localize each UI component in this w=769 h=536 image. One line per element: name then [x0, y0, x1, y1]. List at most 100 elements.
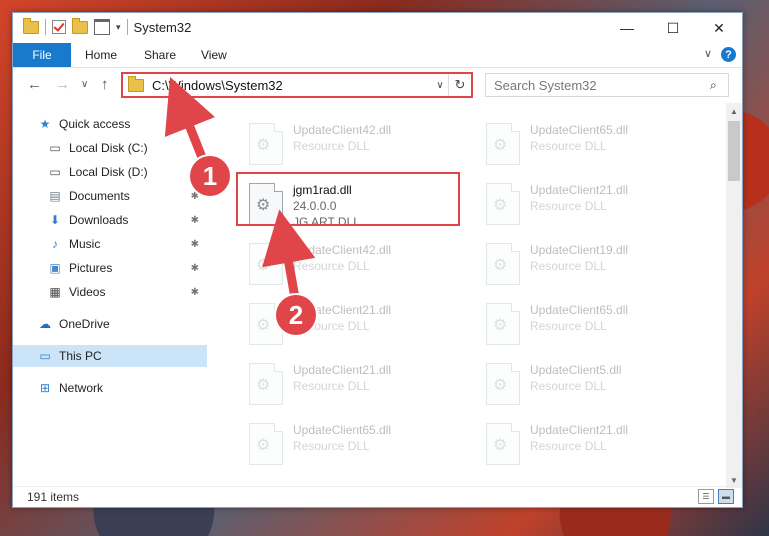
sidebar-item[interactable]: ☁ OneDrive [13, 313, 207, 335]
tab-view[interactable]: View [201, 43, 227, 67]
window-title: System32 [133, 19, 192, 35]
maximize-button[interactable]: ☐ [650, 13, 696, 43]
explorer-window: ▾ System32 — ☐ ✕ File Home Share View ∨ … [12, 12, 743, 508]
address-bar[interactable]: C:\Windows\System32 ∨ ↻ [121, 72, 473, 98]
star-icon: ★ [39, 117, 51, 131]
tab-file[interactable]: File [13, 43, 71, 67]
gear-icon: ⚙ [256, 137, 271, 154]
file-description: Resource DLL [293, 379, 370, 393]
divider [126, 19, 128, 35]
file-item[interactable]: ⚙ UpdateClient21.dll Resource DLL [486, 421, 711, 469]
file-description: Resource DLL [293, 139, 370, 153]
address-dropdown-icon[interactable]: ∨ [432, 80, 448, 91]
sidebar-item[interactable]: ▭ Local Disk (C:) [13, 137, 207, 159]
scroll-up-arrow[interactable]: ▲ [726, 103, 742, 119]
sidebar-item[interactable]: ▭ Local Disk (D:) [13, 161, 207, 183]
search-icon[interactable]: ⌕ [710, 78, 728, 93]
file-description: JG ART DLL [293, 215, 360, 229]
minimize-button[interactable]: — [604, 13, 650, 43]
chevron-down-icon[interactable]: ▾ [116, 22, 121, 33]
file-item[interactable]: ⚙ UpdateClient42.dll Resource DLL [249, 241, 474, 289]
file-item[interactable]: ⚙ UpdateClient42.dll Resource DLL [249, 121, 474, 169]
scroll-thumb[interactable] [728, 121, 740, 181]
file-item[interactable]: ⚙ UpdateClient65.dll Resource DLL [486, 301, 711, 349]
expand-ribbon-icon[interactable]: ∨ [704, 47, 712, 60]
sidebar-item[interactable]: ▣ Pictures ✱ [13, 257, 207, 279]
sidebar-item-label: Local Disk (C:) [69, 141, 148, 155]
dll-file-icon: ⚙ [486, 363, 520, 405]
refresh-button[interactable]: ↻ [448, 74, 471, 96]
music-icon: ♪ [52, 237, 58, 251]
gear-icon: ⚙ [256, 197, 271, 214]
forward-button[interactable]: → [55, 76, 70, 93]
file-name: UpdateClient65.dll [530, 303, 629, 317]
pin-icon[interactable]: ✱ [191, 215, 199, 226]
file-name: UpdateClient42.dll [293, 243, 392, 257]
documents-icon: ▤ [49, 189, 61, 203]
sidebar-item[interactable]: ⬇ Downloads ✱ [13, 209, 207, 231]
file-description: Resource DLL [530, 259, 607, 273]
file-item[interactable]: ⚙ UpdateClient65.dll Resource DLL [249, 421, 474, 469]
folder-icon[interactable] [23, 17, 39, 34]
file-item[interactable]: ⚙ UpdateClient21.dll Resource DLL [249, 361, 474, 409]
file-description: Resource DLL [530, 379, 607, 393]
sidebar-item[interactable]: ▭ This PC [13, 345, 207, 367]
large-icons-view-icon[interactable]: ▬ [718, 489, 734, 504]
search-input[interactable]: Search System32 ⌕ [485, 73, 729, 97]
file-item[interactable]: ⚙ UpdateClient21.dll Resource DLL [486, 181, 711, 229]
tab-share[interactable]: Share [144, 43, 176, 67]
sidebar-item-label: This PC [59, 349, 102, 363]
file-item[interactable]: ⚙ UpdateClient65.dll Resource DLL [486, 121, 711, 169]
gear-icon: ⚙ [493, 437, 508, 454]
dll-file-icon: ⚙ [249, 363, 283, 405]
pictures-icon: ▣ [49, 261, 61, 275]
customize-icon[interactable] [94, 19, 110, 35]
details-view-icon[interactable]: ☰ [698, 489, 714, 504]
pin-icon[interactable]: ✱ [191, 263, 199, 274]
recent-locations-button[interactable]: ∨ [81, 79, 88, 90]
file-name: UpdateClient42.dll [293, 123, 392, 137]
help-icon[interactable]: ? [721, 47, 736, 62]
file-name: jgm1rad.dll [293, 183, 352, 197]
dll-file-icon: ⚙ [486, 423, 520, 465]
gear-icon: ⚙ [493, 317, 508, 334]
up-button[interactable]: ↑ [101, 76, 109, 93]
computer-icon: ▭ [39, 349, 51, 363]
file-item[interactable]: ⚙ UpdateClient19.dll Resource DLL [486, 241, 711, 289]
dll-file-icon: ⚙ [486, 123, 520, 165]
drive-icon: ▭ [49, 165, 61, 179]
videos-icon: ▦ [49, 285, 61, 299]
title-bar: ▾ System32 — ☐ ✕ [13, 13, 742, 43]
callout-badge-1: 1 [190, 156, 230, 196]
pin-icon[interactable]: ✱ [191, 239, 199, 250]
file-name: UpdateClient21.dll [530, 423, 629, 437]
file-description: Resource DLL [293, 259, 370, 273]
sidebar-item[interactable]: ★ Quick access [13, 113, 207, 135]
gear-icon: ⚙ [493, 377, 508, 394]
gear-icon: ⚙ [256, 257, 271, 274]
new-folder-icon[interactable] [72, 17, 88, 34]
sidebar-item[interactable]: ▦ Videos ✱ [13, 281, 207, 303]
dll-file-icon: ⚙ [249, 243, 283, 285]
file-item-highlighted[interactable]: ⚙ jgm1rad.dll 24.0.0.0 JG ART DLL [249, 181, 474, 229]
close-button[interactable]: ✕ [696, 13, 742, 43]
sidebar-item-label: OneDrive [59, 317, 110, 331]
status-bar: 191 items ☰ ▬ [13, 486, 742, 507]
properties-check-icon[interactable] [52, 20, 66, 34]
navigation-pane: ★ Quick access ▭ Local Disk (C:) ▭ Local Disk… [13, 103, 208, 488]
sidebar-item-label: Pictures [69, 261, 113, 275]
gear-icon: ⚙ [256, 377, 271, 394]
sidebar-item[interactable]: ⊞ Network [13, 377, 207, 399]
drive-icon: ▭ [49, 141, 61, 155]
tab-home[interactable]: Home [85, 43, 117, 67]
back-button[interactable]: ← [27, 76, 42, 93]
file-item[interactable]: ⚙ UpdateClient5.dll Resource DLL [486, 361, 711, 409]
vertical-scrollbar[interactable]: ▲ ▼ [726, 103, 742, 488]
sidebar-item[interactable]: ▤ Documents ✱ [13, 185, 207, 207]
sidebar-item[interactable]: ♪ Music ✱ [13, 233, 207, 255]
address-path[interactable]: C:\Windows\System32 [152, 78, 432, 93]
pin-icon[interactable]: ✱ [191, 287, 199, 298]
gear-icon: ⚙ [493, 137, 508, 154]
gear-icon: ⚙ [256, 437, 271, 454]
dll-file-icon: ⚙ [249, 123, 283, 165]
